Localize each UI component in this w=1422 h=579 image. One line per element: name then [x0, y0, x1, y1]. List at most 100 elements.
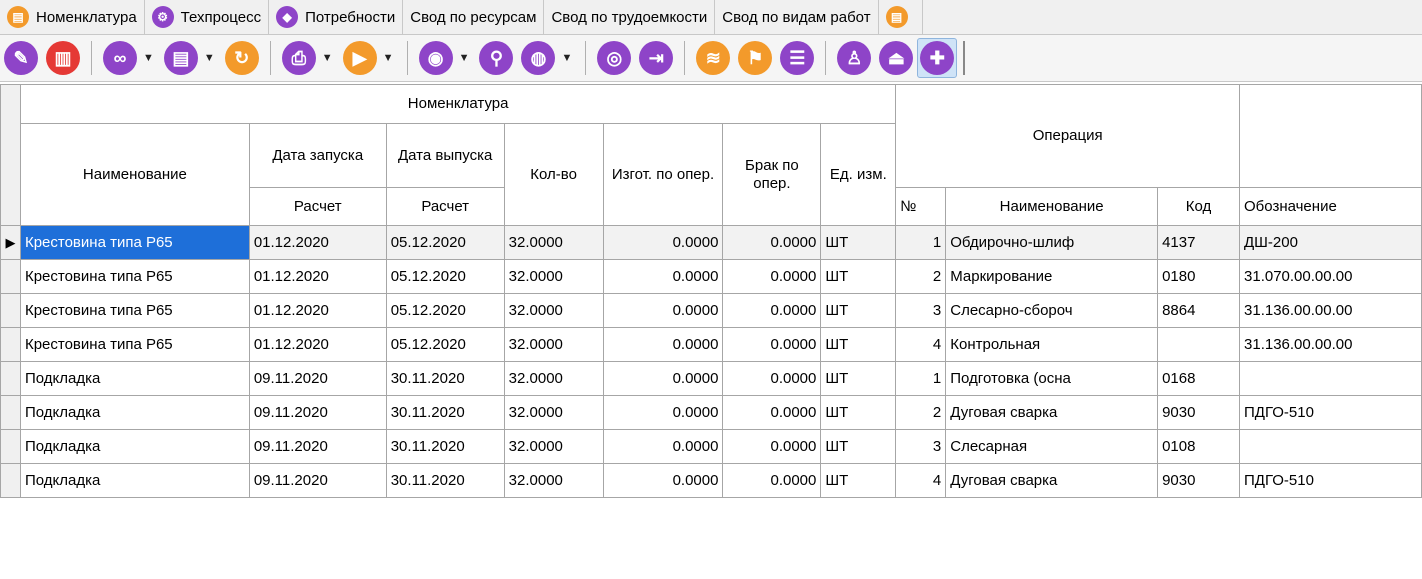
table-row[interactable]: Подкладка 09.11.2020 30.11.2020 32.0000 0.00…	[0, 463, 1422, 498]
op-designation-cell[interactable]: ПДГО-510	[1239, 395, 1422, 430]
start-date-cell[interactable]: 09.11.2020	[248, 429, 387, 464]
export-icon[interactable]: ⇥	[639, 41, 674, 75]
tab-needs[interactable]: ◆ Потребности	[269, 0, 404, 34]
unit-cell[interactable]: ШТ	[820, 259, 897, 294]
defect-cell[interactable]: 0.0000	[722, 463, 822, 498]
list-icon[interactable]: ☰	[780, 41, 815, 75]
op-designation-cell[interactable]: 31.070.00.00.00	[1239, 259, 1422, 294]
op-name-cell[interactable]: Обдирочно-шлиф	[945, 225, 1159, 260]
made-cell[interactable]: 0.0000	[602, 259, 724, 294]
made-cell[interactable]: 0.0000	[602, 225, 724, 260]
row-indicator[interactable]	[0, 327, 21, 362]
chevron-down-icon[interactable]: ▼	[322, 52, 333, 64]
start-date-cell[interactable]: 01.12.2020	[248, 225, 387, 260]
op-name-cell[interactable]: Слесарная	[945, 429, 1159, 464]
chevron-down-icon[interactable]: ▼	[383, 52, 394, 64]
op-code-cell[interactable]: 4137	[1157, 225, 1241, 260]
release-date-cell[interactable]: 30.11.2020	[385, 429, 505, 464]
header-release-date[interactable]: Дата выпуска	[385, 123, 505, 188]
globe-icon[interactable]: ◍	[521, 41, 556, 75]
op-code-cell[interactable]: 9030	[1157, 463, 1241, 498]
op-no-cell[interactable]: 2	[895, 259, 947, 294]
header-calc-release[interactable]: Расчет	[385, 187, 505, 226]
made-cell[interactable]: 0.0000	[602, 293, 724, 328]
layers-icon[interactable]: ≋	[696, 41, 731, 75]
header-op-no[interactable]: №	[895, 187, 947, 226]
name-cell[interactable]: Подкладка	[19, 463, 250, 498]
op-designation-cell[interactable]	[1239, 429, 1422, 464]
op-no-cell[interactable]: 1	[895, 225, 947, 260]
op-designation-cell[interactable]: ДШ-200	[1239, 225, 1422, 260]
stamp-icon[interactable]: ⏏	[879, 41, 914, 75]
header-calc-start[interactable]: Расчет	[248, 187, 387, 226]
tab-more[interactable]: ▤	[879, 0, 923, 34]
op-no-cell[interactable]: 3	[895, 429, 947, 464]
header-op-designation[interactable]: Обозначение	[1239, 187, 1422, 226]
chevron-down-icon[interactable]: ▼	[459, 52, 470, 64]
defect-cell[interactable]: 0.0000	[722, 225, 822, 260]
made-cell[interactable]: 0.0000	[602, 327, 724, 362]
op-no-cell[interactable]: 4	[895, 327, 947, 362]
op-no-cell[interactable]: 4	[895, 463, 947, 498]
op-no-cell[interactable]: 3	[895, 293, 947, 328]
name-cell[interactable]: Подкладка	[19, 361, 250, 396]
header-start-date[interactable]: Дата запуска	[248, 123, 387, 188]
person-icon[interactable]: ♙	[837, 41, 872, 75]
release-date-cell[interactable]: 05.12.2020	[385, 327, 505, 362]
tab-nomenclature[interactable]: ▤ Номенклатура	[0, 0, 145, 34]
op-code-cell[interactable]: 0168	[1157, 361, 1241, 396]
name-cell[interactable]: Крестовина типа Р65	[19, 225, 250, 260]
name-cell[interactable]: Подкладка	[19, 395, 250, 430]
defect-cell[interactable]: 0.0000	[722, 429, 822, 464]
add-button[interactable]: ✚	[917, 38, 958, 78]
op-code-cell[interactable]: 9030	[1157, 395, 1241, 430]
start-date-cell[interactable]: 09.11.2020	[248, 463, 387, 498]
release-date-cell[interactable]: 05.12.2020	[385, 225, 505, 260]
row-indicator[interactable]	[0, 293, 21, 328]
qty-cell[interactable]: 32.0000	[503, 361, 604, 396]
play-icon[interactable]: ▶	[342, 41, 377, 75]
op-name-cell[interactable]: Контрольная	[945, 327, 1159, 362]
defect-cell[interactable]: 0.0000	[722, 395, 822, 430]
made-cell[interactable]: 0.0000	[602, 463, 724, 498]
qty-cell[interactable]: 32.0000	[503, 395, 604, 430]
qty-cell[interactable]: 32.0000	[503, 293, 604, 328]
unit-cell[interactable]: ШТ	[820, 463, 897, 498]
op-name-cell[interactable]: Дуговая сварка	[945, 395, 1159, 430]
name-cell[interactable]: Подкладка	[19, 429, 250, 464]
start-date-cell[interactable]: 01.12.2020	[248, 293, 387, 328]
op-code-cell[interactable]: 8864	[1157, 293, 1241, 328]
release-date-cell[interactable]: 05.12.2020	[385, 293, 505, 328]
defect-cell[interactable]: 0.0000	[722, 327, 822, 362]
release-date-cell[interactable]: 05.12.2020	[385, 259, 505, 294]
name-cell[interactable]: Крестовина типа Р65	[19, 259, 250, 294]
header-unit[interactable]: Ед. изм.	[820, 123, 897, 226]
edit-icon[interactable]: ✎	[4, 41, 38, 75]
chevron-down-icon[interactable]: ▼	[143, 52, 154, 64]
tab-labor-summary[interactable]: Свод по трудоемкости	[544, 0, 716, 34]
defect-cell[interactable]: 0.0000	[722, 293, 822, 328]
table-row[interactable]: Подкладка 09.11.2020 30.11.2020 32.0000 0.00…	[0, 429, 1422, 464]
header-made[interactable]: Изгот. по опер.	[602, 123, 724, 226]
qty-cell[interactable]: 32.0000	[503, 225, 604, 260]
header-qty[interactable]: Кол-во	[503, 123, 604, 226]
start-date-cell[interactable]: 01.12.2020	[248, 327, 387, 362]
link-icon[interactable]: ∞	[103, 41, 137, 75]
row-indicator[interactable]	[0, 361, 21, 396]
tab-worktypes-summary[interactable]: Свод по видам работ	[715, 0, 879, 34]
header-defect[interactable]: Брак по опер.	[722, 123, 822, 226]
made-cell[interactable]: 0.0000	[602, 361, 724, 396]
qty-cell[interactable]: 32.0000	[503, 463, 604, 498]
op-code-cell[interactable]: 0108	[1157, 429, 1241, 464]
zoom-icon[interactable]: ⚲	[479, 41, 514, 75]
row-indicator[interactable]	[0, 395, 21, 430]
unit-cell[interactable]: ШТ	[820, 395, 897, 430]
defect-cell[interactable]: 0.0000	[722, 361, 822, 396]
row-indicator[interactable]	[0, 259, 21, 294]
table-row[interactable]: Крестовина типа Р65 01.12.2020 05.12.2020 3…	[0, 327, 1422, 362]
unit-cell[interactable]: ШТ	[820, 361, 897, 396]
op-name-cell[interactable]: Подготовка (осна	[945, 361, 1159, 396]
op-no-cell[interactable]: 2	[895, 395, 947, 430]
made-cell[interactable]: 0.0000	[602, 395, 724, 430]
current-row-arrow-icon[interactable]: ▶	[0, 225, 21, 260]
